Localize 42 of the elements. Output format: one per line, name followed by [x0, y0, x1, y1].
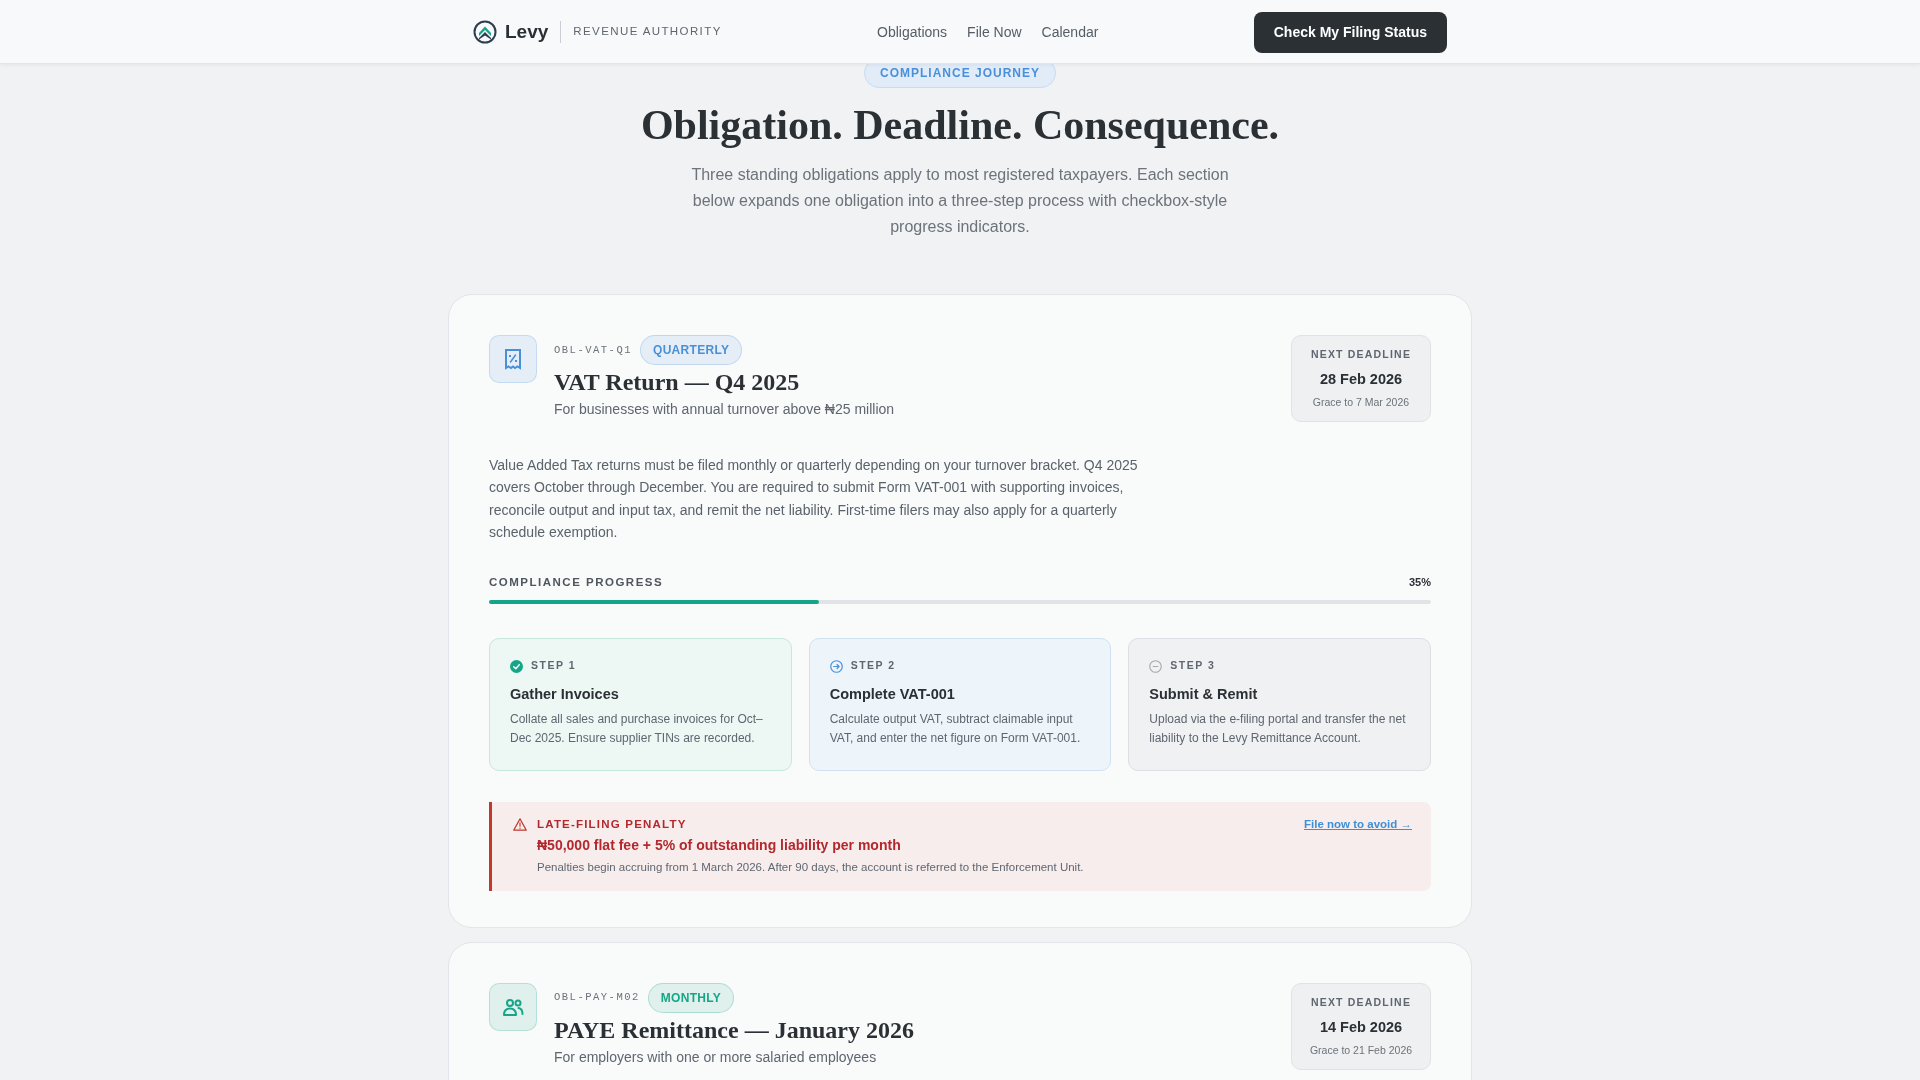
frequency-tag: QUARTERLY [640, 335, 743, 366]
obligation-code: OBL-PAY-M02 [554, 990, 640, 1006]
obligation-code: OBL-VAT-Q1 [554, 342, 632, 358]
nav-link[interactable]: File Now [967, 21, 1022, 43]
filing-status-button[interactable]: Check My Filing Status [1253, 11, 1447, 53]
arrow-circle-icon [829, 659, 843, 673]
step-description: Calculate output VAT, subtract claimable input VAT, and enter the net figure on Form VAT-001. [829, 710, 1082, 747]
step-number: STEP 3 [1170, 658, 1216, 674]
page-title: Obligation. Deadline. Consequence. [639, 101, 1281, 150]
grace-period: Grace to 21 Feb 2026 [1308, 1042, 1414, 1058]
obligation-title: PAYE Remittance — January 2026 [554, 1016, 915, 1046]
obligation-title: VAT Return — Q4 2025 [554, 368, 801, 398]
deadline-label: NEXT DEADLINE [1309, 347, 1413, 363]
step-title: Complete VAT-001 [829, 685, 956, 704]
obligation-audience: For businesses with annual turnover above ₦25 million [554, 400, 896, 420]
penalty-summary: ₦50,000 flat fee + 5% of outstanding liability per month [537, 836, 902, 855]
logo-icon [473, 20, 497, 44]
nav-link[interactable]: Obligations [877, 21, 948, 43]
step-number: STEP 2 [850, 658, 896, 674]
obligation-audience: For employers with one or more salaried employees [554, 1048, 878, 1068]
progress-label: COMPLIANCE PROGRESS [489, 575, 664, 590]
warning-icon [513, 817, 527, 831]
brand-tagline: REVENUE AUTHORITY [573, 24, 722, 40]
step-description: Upload via the e-filing portal and transfer the net liability to the Levy Remittance Account. [1149, 710, 1407, 747]
penalty-detail: Penalties begin accruing from 1 March 2026. After 90 days, the account is referred to the Enforcement Unit. [537, 860, 1085, 875]
step-description: Collate all sales and purchase invoices for Oct–Dec 2025. Ensure supplier TINs are recorded. [510, 710, 764, 747]
check-circle-icon [510, 659, 523, 673]
deadline-date: 14 Feb 2026 [1318, 1018, 1404, 1037]
progress-percent: 35% [1408, 575, 1431, 591]
deadline-date: 28 Feb 2026 [1318, 370, 1404, 390]
obligation-description: Value Added Tax returns must be filed monthly or quarterly depending on your turnover bracket. Q4 2025 covers October through December. You are required to submit Form VAT-001 with supporting invoices, reconcile output and input tax, and remit the net liability. First-time filers may also apply for a quarterly schedule exemption. [489, 455, 1139, 543]
step-number: STEP 1 [531, 658, 576, 674]
step-title: Gather Invoices [510, 685, 620, 704]
brand-name: Levy [505, 19, 549, 44]
penalty-label: LATE-FILING PENALTY [537, 816, 688, 832]
frequency-tag: MONTHLY [647, 983, 735, 1014]
grace-period: Grace to 7 Mar 2026 [1311, 394, 1411, 410]
step-title: Submit & Remit [1149, 685, 1259, 704]
minus-circle-icon [1149, 659, 1163, 673]
deadline-label: NEXT DEADLINE [1309, 995, 1413, 1011]
nav-link[interactable]: Calendar [1041, 21, 1099, 43]
intro-text: Three standing obligations apply to most registered taxpayers. Each section below expands one obligation into a three-step process with checkbox-style progress indicators. [690, 165, 1230, 238]
